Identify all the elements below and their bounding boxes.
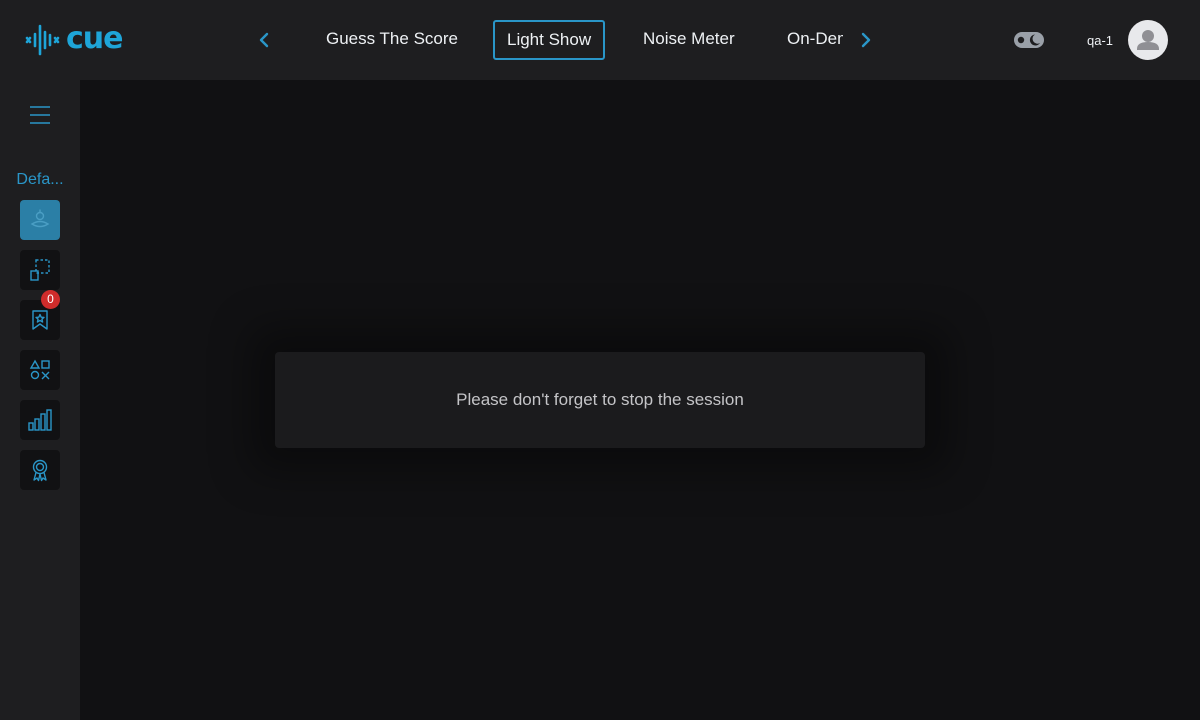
tabs-next-button[interactable] <box>854 28 878 52</box>
chevron-left-icon <box>259 32 269 48</box>
dashed-square-icon <box>30 259 50 281</box>
sidebar-item-layouts[interactable] <box>20 250 60 290</box>
sidebar-item-achievements[interactable] <box>20 450 60 490</box>
sidebar: Defa... 0 <box>0 80 80 720</box>
award-icon <box>32 459 48 482</box>
tab-on-demand[interactable]: On-Demand <box>787 20 843 60</box>
sidebar-item-rewards[interactable]: 0 <box>20 290 60 340</box>
soundwave-icon <box>25 24 60 56</box>
tabs-strip: Guess The Score Light Show Noise Meter O… <box>300 20 843 60</box>
hamburger-icon <box>30 106 50 124</box>
top-bar: cue Guess The Score Light Show Noise Met… <box>0 0 1200 80</box>
chevron-right-icon <box>861 32 871 48</box>
sidebar-item-participants[interactable] <box>20 200 60 240</box>
group-label[interactable]: Defa... <box>0 171 80 189</box>
sidebar-item-analytics[interactable] <box>20 400 60 440</box>
logo-text: cue <box>66 20 123 56</box>
logo[interactable]: cue <box>24 20 123 60</box>
session-reminder-dialog: Please don't forget to stop the session <box>275 352 925 448</box>
main-content: Please don't forget to stop the session <box>80 80 1200 720</box>
moon-toggle-icon <box>1014 32 1044 48</box>
bar-chart-icon <box>28 409 52 431</box>
tab-light-show[interactable]: Light Show <box>493 20 606 60</box>
tab-guess-the-score[interactable]: Guess The Score <box>326 20 458 60</box>
user-icon <box>1137 30 1159 50</box>
tabs-prev-button[interactable] <box>252 28 276 52</box>
user-name[interactable]: qa-1 <box>1087 33 1113 48</box>
menu-button[interactable] <box>28 104 52 126</box>
bookmark-star-icon <box>32 310 48 330</box>
notification-badge: 0 <box>41 290 60 309</box>
shapes-icon <box>29 359 50 380</box>
sidebar-item-games[interactable] <box>20 350 60 390</box>
dialog-message: Please don't forget to stop the session <box>456 390 744 409</box>
avatar[interactable] <box>1128 20 1168 60</box>
person-icon <box>30 209 50 228</box>
theme-toggle[interactable] <box>1014 30 1044 50</box>
tab-noise-meter[interactable]: Noise Meter <box>643 20 735 60</box>
